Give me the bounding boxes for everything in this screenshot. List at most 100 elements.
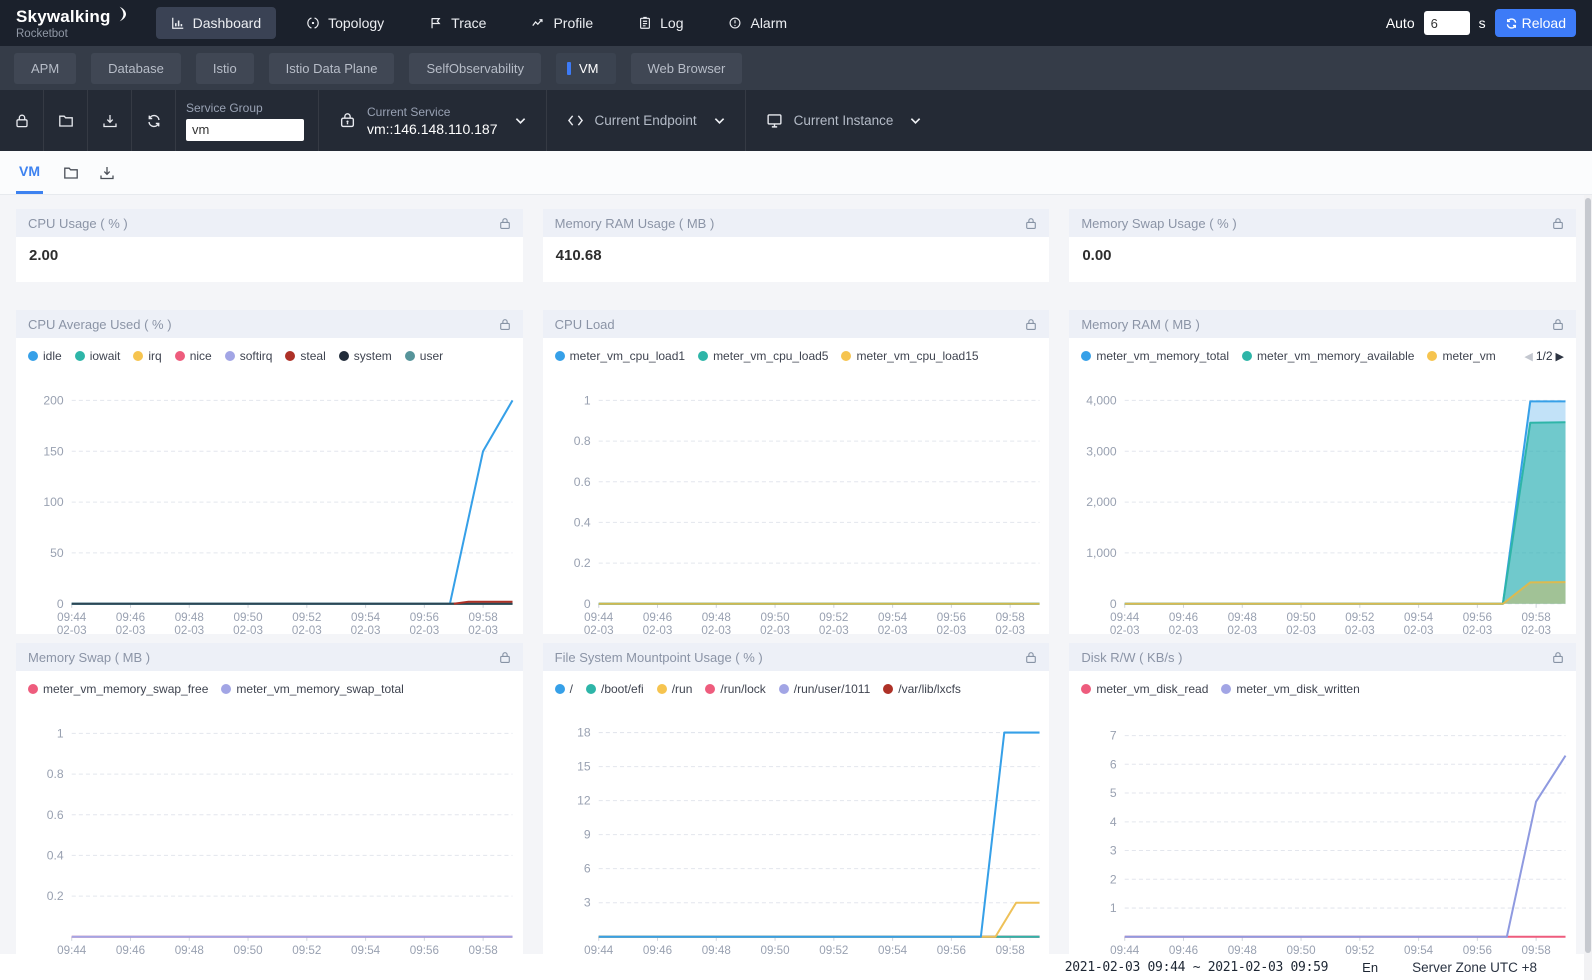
- card-title: Disk R/W ( KB/s ): [1081, 650, 1182, 665]
- service-group-input[interactable]: [186, 119, 304, 141]
- current-endpoint-selector[interactable]: Current Endpoint: [546, 90, 745, 151]
- nav-item-alarm[interactable]: Alarm: [713, 7, 802, 39]
- current-service-selector[interactable]: Current Service vm::146.148.110.187: [318, 90, 546, 151]
- legend-item-steal[interactable]: steal: [285, 349, 325, 363]
- chart-plot[interactable]: 01,0002,0003,0004,00009:4402-0309:4602-0…: [1069, 364, 1576, 634]
- dashboard-tab-selfobservability[interactable]: SelfObservability: [409, 53, 541, 84]
- legend-dot: [586, 684, 596, 694]
- nav-item-log[interactable]: Log: [623, 7, 698, 39]
- export-button[interactable]: [88, 90, 132, 151]
- svg-text:09:48: 09:48: [175, 611, 204, 624]
- legend-item-nice[interactable]: nice: [175, 349, 212, 363]
- nav-item-profile[interactable]: Profile: [516, 7, 608, 39]
- legend-item-system[interactable]: system: [339, 349, 392, 363]
- current-instance-selector[interactable]: Current Instance: [745, 90, 942, 151]
- lock-icon[interactable]: [499, 651, 511, 664]
- dashboard-tab-istio[interactable]: Istio: [196, 53, 254, 84]
- time-range-picker[interactable]: 2021-02-03 09:44 ~ 2021-02-03 09:59: [1065, 960, 1328, 975]
- chart-disk-rw[interactable]: 123456709:4402-0309:4602-0309:4802-0309:…: [1069, 697, 1576, 967]
- download-icon[interactable]: [99, 165, 115, 181]
- lock-icon[interactable]: [499, 217, 511, 230]
- legend-item-meter-vm-cpu-load5[interactable]: meter_vm_cpu_load5: [698, 349, 828, 363]
- legend-next-icon[interactable]: ▶: [1556, 350, 1564, 363]
- card-title: Memory Swap Usage ( % ): [1081, 216, 1236, 231]
- svg-text:2: 2: [1110, 872, 1117, 886]
- chart-cpu-load[interactable]: 00.20.40.60.8109:4402-0309:4602-0309:480…: [543, 364, 1050, 634]
- legend-item-run-user-1011[interactable]: /run/user/1011: [779, 682, 871, 696]
- lock-icon[interactable]: [1552, 318, 1564, 331]
- svg-text:0.8: 0.8: [573, 434, 590, 448]
- refresh-button[interactable]: [132, 90, 176, 151]
- dashboard-tab-apm[interactable]: APM: [14, 53, 76, 84]
- legend-dot: [779, 684, 789, 694]
- lock-icon[interactable]: [1552, 651, 1564, 664]
- legend-item-meter-vm-memory-swap-free[interactable]: meter_vm_memory_swap_free: [28, 682, 208, 696]
- chart-plot[interactable]: 0.20.40.60.8109:4402-0309:4602-0309:4802…: [16, 697, 523, 967]
- legend-prev-icon[interactable]: ◀: [1524, 350, 1532, 363]
- legend-item-item[interactable]: /: [555, 682, 573, 696]
- legend-item-run[interactable]: /run: [657, 682, 693, 696]
- chart-plot[interactable]: 05010015020009:4402-0309:4602-0309:4802-…: [16, 364, 523, 634]
- legend-item-meter-vm-memory-swap-total[interactable]: meter_vm_memory_swap_total: [221, 682, 403, 696]
- legend-label: meter_vm_cpu_load15: [856, 349, 978, 363]
- timezone-label[interactable]: Server Zone UTC +8: [1412, 960, 1537, 975]
- chart-memory-ram[interactable]: 01,0002,0003,0004,00009:4402-0309:4602-0…: [1069, 364, 1576, 634]
- profile-icon: [531, 16, 545, 30]
- chart-plot[interactable]: 123456709:4402-0309:4602-0309:4802-0309:…: [1069, 697, 1576, 967]
- metric-card-cpu-usage: CPU Usage ( % ) 2.00: [16, 209, 523, 282]
- brand-title: Skywalking: [16, 7, 111, 27]
- lock-icon[interactable]: [499, 318, 511, 331]
- legend-item-meter-vm-cpu-load1[interactable]: meter_vm_cpu_load1: [555, 349, 685, 363]
- chart-file-system-mountpoint-usage[interactable]: 36912151809:4402-0309:4602-0309:4802-030…: [543, 697, 1050, 967]
- legend-item-meter-vm-disk-read[interactable]: meter_vm_disk_read: [1081, 682, 1208, 696]
- footer-bar: 2021-02-03 09:44 ~ 2021-02-03 09:59 En S…: [0, 954, 1592, 980]
- nav-item-dashboard[interactable]: Dashboard: [156, 7, 277, 39]
- card-title: File System Mountpoint Usage ( % ): [555, 650, 763, 665]
- legend-item-var-lib-lxcfs[interactable]: /var/lib/lxcfs: [883, 682, 961, 696]
- chart-plot[interactable]: 36912151809:4402-0309:4602-0309:4802-030…: [543, 697, 1050, 967]
- page-scrollbar[interactable]: [1584, 195, 1592, 980]
- legend-item-meter-vm[interactable]: meter_vm: [1427, 349, 1495, 363]
- legend-item-user[interactable]: user: [405, 349, 443, 363]
- lock-icon[interactable]: [1025, 318, 1037, 331]
- svg-text:02-03: 02-03: [409, 624, 439, 634]
- lock-button[interactable]: [0, 90, 44, 151]
- dashboard-tab-istio-data-plane[interactable]: Istio Data Plane: [269, 53, 395, 84]
- nav-item-trace[interactable]: Trace: [414, 7, 501, 39]
- legend-item-irq[interactable]: irq: [133, 349, 161, 363]
- legend-item-run-lock[interactable]: /run/lock: [705, 682, 765, 696]
- legend-item-meter-vm-disk-written[interactable]: meter_vm_disk_written: [1221, 682, 1359, 696]
- legend-item-idle[interactable]: idle: [28, 349, 62, 363]
- legend-dot: [657, 684, 667, 694]
- lock-icon[interactable]: [1025, 217, 1037, 230]
- nav-item-topology[interactable]: Topology: [291, 7, 399, 39]
- reload-button[interactable]: Reload: [1495, 9, 1576, 37]
- chart-cpu-average-used[interactable]: 05010015020009:4402-0309:4602-0309:4802-…: [16, 364, 523, 634]
- legend-item-meter-vm-cpu-load15[interactable]: meter_vm_cpu_load15: [841, 349, 978, 363]
- dashboard-tab-web-browser[interactable]: Web Browser: [631, 53, 743, 84]
- legend-item-boot-efi[interactable]: /boot/efi: [586, 682, 644, 696]
- lock-icon[interactable]: [1552, 217, 1564, 230]
- tab-vm[interactable]: VM: [16, 151, 43, 194]
- svg-text:02-03: 02-03: [583, 624, 613, 634]
- legend-item-softirq[interactable]: softirq: [225, 349, 273, 363]
- legend-item-meter-vm-memory-available[interactable]: meter_vm_memory_available: [1242, 349, 1414, 363]
- language-toggle[interactable]: En: [1362, 960, 1378, 975]
- monitor-icon: [766, 112, 783, 129]
- card-title: Memory Swap ( MB ): [28, 650, 150, 665]
- brand[interactable]: Skywalking Rocketbot: [16, 7, 126, 40]
- chart-memory-swap[interactable]: 0.20.40.60.8109:4402-0309:4602-0309:4802…: [16, 697, 523, 967]
- refresh-icon: [146, 113, 162, 129]
- folder-icon[interactable]: [63, 165, 79, 181]
- auto-interval-input[interactable]: [1424, 11, 1470, 35]
- scrollbar-thumb[interactable]: [1585, 198, 1591, 953]
- folder-button[interactable]: [44, 90, 88, 151]
- legend-item-iowait[interactable]: iowait: [75, 349, 121, 363]
- dashboard-tab-database[interactable]: Database: [91, 53, 181, 84]
- dashboard-tab-vm[interactable]: VM: [556, 53, 616, 84]
- lock-icon[interactable]: [1025, 651, 1037, 664]
- folder-icon: [58, 113, 74, 129]
- legend-item-meter-vm-memory-total[interactable]: meter_vm_memory_total: [1081, 349, 1229, 363]
- svg-text:0: 0: [584, 597, 591, 611]
- chart-plot[interactable]: 00.20.40.60.8109:4402-0309:4602-0309:480…: [543, 364, 1050, 634]
